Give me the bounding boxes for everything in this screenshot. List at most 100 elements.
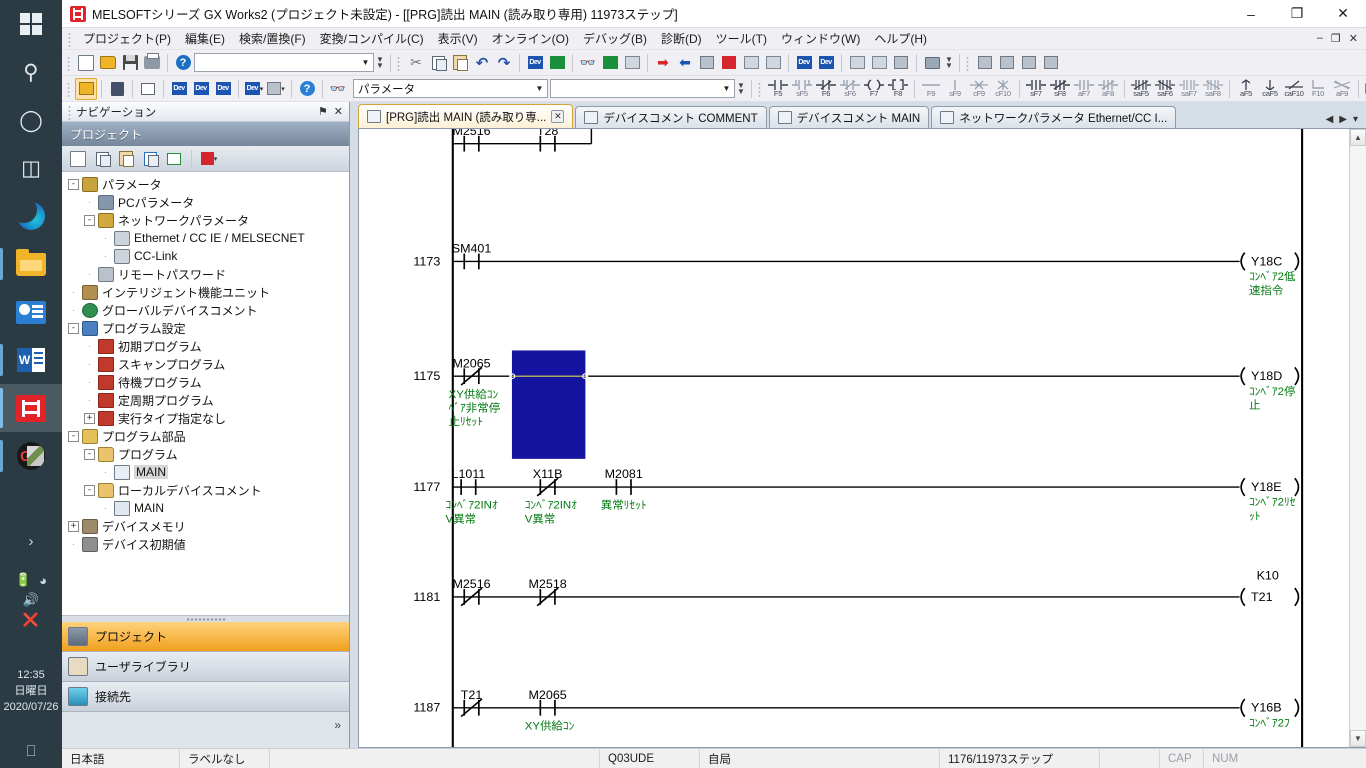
ladder-key-invert-down[interactable]: caF5 <box>1258 77 1282 101</box>
tree-intelligent-function-unit[interactable]: · インテリジェント機能ユニット <box>64 283 349 301</box>
refresh-icon[interactable] <box>163 148 185 170</box>
ladder-key-line-corner[interactable]: F10 <box>1306 77 1330 101</box>
tab-next-button[interactable]: ▶ <box>1339 114 1347 125</box>
tree-device-memory[interactable]: + デバイスメモリ <box>64 517 349 535</box>
copy-icon[interactable] <box>427 52 449 74</box>
cortana-button[interactable]: ◯ <box>0 96 62 144</box>
toolbar-grip-3[interactable] <box>964 54 971 71</box>
device-watch-icon[interactable]: Dev ▾ <box>243 78 265 100</box>
pin-icon[interactable]: ⚑ <box>318 105 328 118</box>
ladder-key-del-h-line[interactable]: cF9 <box>967 77 991 101</box>
wifi-icon[interactable]: ◕ <box>39 573 47 588</box>
tab-prev-button[interactable]: ◀ <box>1326 114 1334 125</box>
menu-help[interactable]: ヘルプ(H) <box>867 28 934 49</box>
ladder-key-contact-no[interactable]: F5 <box>766 77 790 101</box>
close-panel-icon[interactable]: ✕ <box>334 105 343 118</box>
show-desktop-button[interactable]: ⎕ <box>0 743 62 760</box>
read-from-plc-icon[interactable]: ⬅ <box>674 52 696 74</box>
file-explorer-button[interactable] <box>0 240 62 288</box>
selection-rect[interactable] <box>510 348 587 461</box>
doc-restore-button[interactable]: ❐ <box>1329 32 1343 45</box>
tree-local-comment-main[interactable]: · MAIN <box>64 499 349 517</box>
task-view-button[interactable]: ◫ <box>0 144 62 192</box>
nav-button-user-library[interactable]: ユーザライブラリ <box>62 652 349 682</box>
ladder-key-instruction[interactable]: F8 <box>886 77 910 101</box>
print-icon[interactable] <box>141 52 163 74</box>
menu-diagnostics[interactable]: 診断(D) <box>654 28 709 49</box>
ladder-key-h-line[interactable]: F9 <box>919 77 943 101</box>
nav-button-connection[interactable]: 接続先 <box>62 682 349 712</box>
tray-expand-button[interactable]: › <box>0 533 62 550</box>
tab-network-parameter[interactable]: ネットワークパラメータ Ethernet/CC I... <box>931 106 1177 128</box>
tree-program-setting[interactable]: - プログラム設定 <box>64 319 349 337</box>
menu-project[interactable]: プロジェクト(P) <box>76 28 178 49</box>
tree-device-initial-value[interactable]: · デバイス初期値 <box>64 535 349 553</box>
ladder-diagram[interactable]: M2516 T28 1173 SM401 Y18C ｺﾝﾍﾞｱ2低 速指令 1175 M2065… <box>359 129 1349 747</box>
tree-parameter[interactable]: - パラメータ <box>64 175 349 193</box>
device-search-icon[interactable]: Dev <box>524 52 546 74</box>
volume-icon[interactable]: 🔊 <box>23 592 39 607</box>
cross-reference-icon[interactable]: ? <box>296 78 318 100</box>
ladder-window2-icon[interactable] <box>868 52 890 74</box>
word-button[interactable]: W <box>0 336 62 384</box>
tree-remote-password[interactable]: · リモートパスワード <box>64 265 349 283</box>
edge-button[interactable] <box>0 192 62 240</box>
ladder-vertical-scrollbar[interactable]: ▲ ▼ <box>1349 129 1366 747</box>
toolbar-combo-1[interactable]: ▼ <box>194 53 374 72</box>
output-window-icon[interactable] <box>137 78 159 100</box>
rung-1173[interactable]: 1173 SM401 Y18Cｺﾝﾍﾞｱ2低速指令 <box>413 242 1300 297</box>
device-entry-icon[interactable]: Dev <box>815 52 837 74</box>
tree-expander[interactable]: - <box>68 178 79 190</box>
menu-window[interactable]: ウィンドウ(W) <box>774 28 867 49</box>
open-project-icon[interactable] <box>97 52 119 74</box>
paste-icon[interactable] <box>449 52 471 74</box>
tree-standby-program[interactable]: · 待機プログラム <box>64 373 349 391</box>
monitor-stop-icon[interactable] <box>621 52 643 74</box>
trace-step-icon[interactable] <box>1018 52 1040 74</box>
program-selector-combo[interactable]: パラメータ ▼ <box>353 79 548 98</box>
rung-1181[interactable]: 1181 M2516 M2518 K10 T21 <box>413 569 1300 607</box>
jump-icon[interactable] <box>890 52 912 74</box>
menu-edit[interactable]: 編集(E) <box>178 28 232 49</box>
tab-device-comment-comment[interactable]: デバイスコメント COMMENT <box>575 106 767 128</box>
help-icon[interactable]: ? <box>172 52 194 74</box>
scroll-track[interactable] <box>1350 146 1366 730</box>
toolbar-overflow-3[interactable]: ▼ ▼ <box>735 81 747 95</box>
menu-debug[interactable]: デバッグ(B) <box>576 28 654 49</box>
tab-close-icon[interactable]: ✕ <box>551 110 565 123</box>
tree-local-device-comment[interactable]: - ローカルデバイスコメント <box>64 481 349 499</box>
tree-expander[interactable]: - <box>84 484 95 496</box>
paste-data-icon[interactable] <box>115 148 137 170</box>
menu-tool[interactable]: ツール(T) <box>709 28 774 49</box>
redo-icon[interactable]: ↷ <box>493 52 515 74</box>
gimp-button[interactable]: G <box>0 432 62 480</box>
menu-convert-compile[interactable]: 変換/コンパイル(C) <box>313 28 431 49</box>
doc-close-button[interactable]: ✕ <box>1347 32 1360 45</box>
property-icon[interactable] <box>139 148 161 170</box>
tree-program-folder[interactable]: - プログラム <box>64 445 349 463</box>
ladder-key-coil[interactable]: F7 <box>862 77 886 101</box>
ladder-key-pulse-fall[interactable]: sF8 <box>1048 77 1072 101</box>
ladder-key-pulse-fall-p[interactable]: aF8 <box>1096 77 1120 101</box>
taskbar-clock[interactable]: 12:35 日曜日 2020/07/26 <box>0 668 62 716</box>
tree-network-parameter[interactable]: - ネットワークパラメータ <box>64 211 349 229</box>
nav-grip[interactable] <box>66 103 73 120</box>
rung-1187[interactable]: 1187 T21 M2065 XY供給ｺﾝ Y16B ｺﾝﾍﾞｱ2ﾌ <box>413 688 1300 732</box>
toolbar-overflow-2[interactable]: ▼ ▼ <box>943 55 955 69</box>
tree-cc-link[interactable]: · CC-Link <box>64 247 349 265</box>
toolbar-grip-2[interactable] <box>395 54 402 71</box>
nav-button-project[interactable]: プロジェクト <box>62 622 349 652</box>
cut-icon[interactable]: ✂ <box>405 52 427 74</box>
menu-grip[interactable] <box>66 30 73 47</box>
tree-scan-program[interactable]: · スキャンプログラム <box>64 355 349 373</box>
navigation-splitter[interactable] <box>62 615 349 622</box>
new-project-icon[interactable] <box>75 52 97 74</box>
view-mode-icon[interactable]: ▾ <box>198 148 220 170</box>
navigation-toggle-icon[interactable] <box>75 77 97 100</box>
tree-expander[interactable]: + <box>84 412 95 424</box>
powerpoint-button[interactable] <box>0 288 62 336</box>
ladder-key-del-v-line[interactable]: cF10 <box>991 77 1015 101</box>
device-find-icon[interactable]: Dev <box>168 78 190 100</box>
battery-icon[interactable]: 🔋 <box>15 572 31 588</box>
tab-device-comment-main[interactable]: デバイスコメント MAIN <box>768 106 930 128</box>
